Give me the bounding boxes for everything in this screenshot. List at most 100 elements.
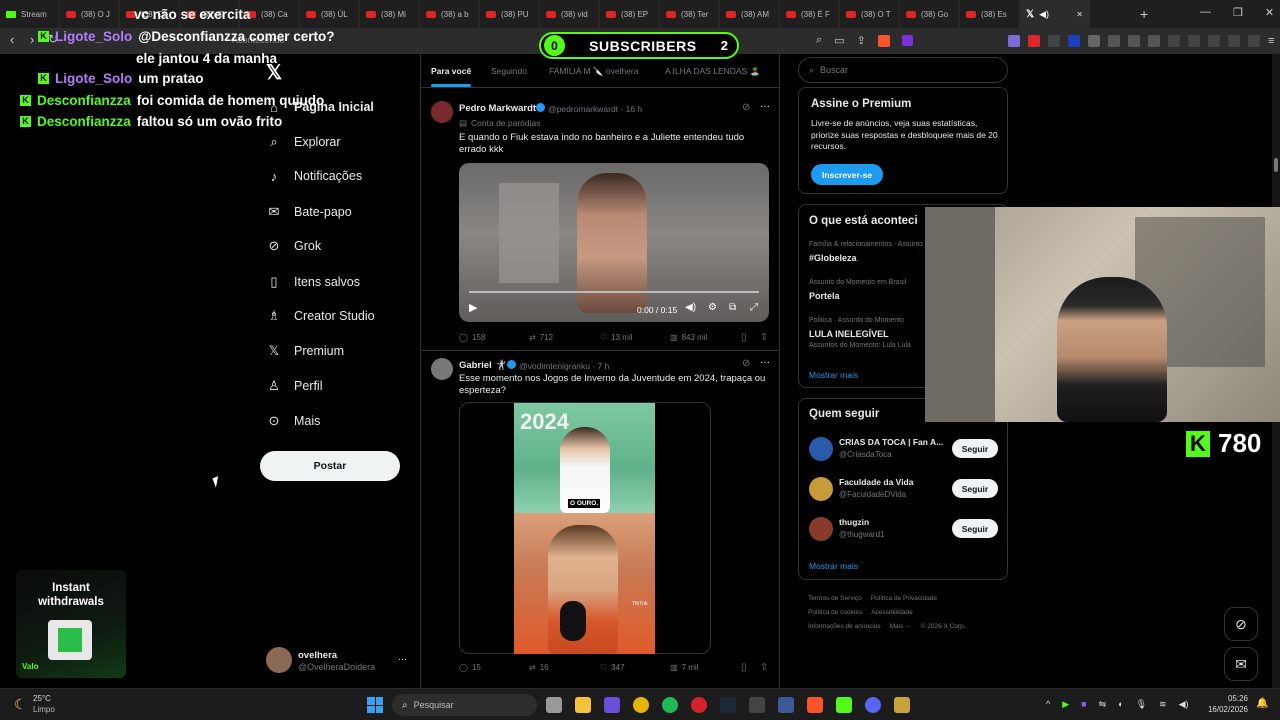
avatar[interactable] <box>809 477 833 501</box>
extension-icon[interactable] <box>1148 35 1160 47</box>
views-button[interactable]: ▥ 843 mil <box>670 333 707 342</box>
feed-tab[interactable]: A ILHA DAS LENDAS 🏝️ <box>665 66 760 77</box>
tray-icon[interactable]: ■ <box>1081 699 1086 710</box>
wallet-icon[interactable] <box>1208 35 1220 47</box>
footer-link[interactable]: © 2026 X Corp. <box>921 623 966 630</box>
clock-date[interactable]: 16/02/2026 <box>1202 705 1248 714</box>
follow-button[interactable]: Seguir <box>952 519 998 538</box>
nav-item-search[interactable]: ⌕ Explorar <box>266 134 340 150</box>
footer-link[interactable]: Acessibilidade <box>871 609 913 616</box>
app-icon[interactable] <box>749 697 765 713</box>
browser-tab[interactable]: (38) O T <box>840 0 900 28</box>
feed-tab[interactable]: Seguindo <box>491 66 527 76</box>
share-tweet-icon[interactable]: ⇧ <box>760 332 768 343</box>
cast-icon[interactable]: ▭ <box>834 34 844 47</box>
browser-tab[interactable]: (38) EP <box>600 0 660 28</box>
feed-tab[interactable]: FAMÍLIA M 🔪 ovelhera <box>549 66 638 77</box>
pip-icon[interactable]: ⧉ <box>729 302 736 313</box>
like-button[interactable]: ♡ 13 mil <box>600 333 633 342</box>
trends-show-more[interactable]: Mostrar mais <box>809 370 858 380</box>
more-icon[interactable]: ··· <box>760 357 770 368</box>
app-icon[interactable] <box>778 697 794 713</box>
tray-icon[interactable]: ▶ <box>1062 699 1069 710</box>
chrome-icon[interactable] <box>633 697 649 713</box>
grok-icon[interactable]: ⊘ <box>742 358 750 369</box>
more-icon[interactable]: ··· <box>760 101 770 112</box>
browser-tab[interactable]: (38) Go <box>900 0 960 28</box>
task-view-icon[interactable] <box>546 697 562 713</box>
new-tab-button[interactable]: + <box>1140 6 1148 22</box>
volume-tray-icon[interactable]: ◀) <box>1179 699 1189 710</box>
browser-tab[interactable]: (38) vid <box>540 0 600 28</box>
tray-icon[interactable]: ⇋ <box>1099 699 1107 710</box>
browser-tab[interactable]: (38) a b <box>420 0 480 28</box>
subscribe-button[interactable]: Inscrever-se <box>811 164 883 185</box>
minimize-icon[interactable]: — <box>1200 6 1211 19</box>
chevron-up-icon[interactable]: ^ <box>1046 699 1050 710</box>
trend-extra[interactable]: Assuntos do Momento: Lula Lula <box>809 342 911 349</box>
mic-icon[interactable]: 🎙 <box>1136 699 1147 710</box>
avatar[interactable] <box>266 647 292 673</box>
fullscreen-icon[interactable]: ⤢ <box>750 302 758 313</box>
taskbar-search[interactable]: ⌕ Pesquisar <box>392 694 537 716</box>
share-tweet-icon[interactable]: ⇧ <box>760 662 768 673</box>
play-icon[interactable]: ▶ <box>469 301 477 314</box>
extension-icon[interactable] <box>1108 35 1120 47</box>
browser-tab[interactable]: (38) PU <box>480 0 540 28</box>
views-button[interactable]: ▥ 7 mil <box>670 663 698 672</box>
forward-icon[interactable]: › <box>30 32 34 47</box>
extension-icon[interactable] <box>1068 35 1080 47</box>
trend-name[interactable]: Portela <box>809 291 840 301</box>
extension-icon[interactable] <box>1008 35 1020 47</box>
follow-button[interactable]: Seguir <box>952 479 998 498</box>
share-icon[interactable]: ⇪ <box>857 34 866 47</box>
trend-name[interactable]: LULA INELEGÍVEL <box>809 329 889 339</box>
browser-tab[interactable]: (38) Mi <box>360 0 420 28</box>
steam-icon[interactable] <box>720 697 736 713</box>
like-button[interactable]: ♡ 347 <box>600 663 625 672</box>
vpn-icon[interactable] <box>1248 35 1260 47</box>
brave-shield-icon[interactable] <box>877 34 890 47</box>
reply-button[interactable]: ◯ 15 <box>459 663 481 672</box>
video-player[interactable]: ▶ 0:00 / 0:15 ◀) ⚙ ⧉ ⤢ <box>459 163 769 322</box>
avatar[interactable] <box>431 101 453 123</box>
footer-link[interactable]: Política de Privacidade <box>871 595 937 602</box>
close-tab-icon[interactable]: ✕ <box>1076 10 1083 19</box>
tweet-image[interactable]: 2024 O OURO. TikTok <box>514 403 655 654</box>
volume-icon[interactable]: ◀) <box>685 302 696 313</box>
bookmark-icon[interactable]: ▯ <box>741 662 747 673</box>
nav-item-more-circle[interactable]: ⊙ Mais <box>266 413 321 429</box>
app-icon[interactable] <box>604 697 620 713</box>
wifi-icon[interactable]: ≋ <box>1159 699 1167 710</box>
extension-icon[interactable] <box>1048 35 1060 47</box>
extension-icon[interactable] <box>1128 35 1140 47</box>
bookmark-icon[interactable]: ▯ <box>741 332 747 343</box>
restore-icon[interactable]: ❐ <box>1233 6 1243 19</box>
leo-icon[interactable] <box>1228 35 1240 47</box>
nav-item-x-premium[interactable]: 𝕏 Premium <box>266 343 344 359</box>
avatar[interactable] <box>809 517 833 541</box>
suggest-name[interactable]: CRIAS DA TOCA | Fan A... <box>839 437 943 447</box>
nav-item-grok[interactable]: ⊘ Grok <box>266 238 322 254</box>
discord-icon[interactable] <box>865 697 881 713</box>
avatar[interactable] <box>431 358 453 380</box>
close-window-icon[interactable]: ✕ <box>1265 6 1274 19</box>
media-icon[interactable] <box>1168 35 1180 47</box>
settings-icon[interactable]: ⚙ <box>708 302 717 313</box>
footer-link[interactable]: Informações de anúncios <box>808 623 881 630</box>
search-box[interactable]: ⌕ Buscar <box>798 57 1008 83</box>
nav-item-bookmark[interactable]: ▯ Itens salvos <box>266 274 360 290</box>
brave-rewards-icon[interactable] <box>901 35 913 46</box>
repost-button[interactable]: ⇄ 16 <box>529 663 549 672</box>
browser-tab[interactable]: (38) ÚL <box>300 0 360 28</box>
reply-button[interactable]: ◯ 158 <box>459 333 485 342</box>
grok-float-icon[interactable]: ⊘ <box>1224 607 1258 641</box>
post-button[interactable]: Postar <box>260 451 400 481</box>
browser-tab-active[interactable]: 𝕏 ◀) ✕ <box>1020 0 1090 28</box>
browser-tab[interactable]: (38) O J <box>60 0 120 28</box>
zoom-icon[interactable]: ⌕ <box>816 34 822 47</box>
footer-link[interactable]: Mais ··· <box>890 623 912 630</box>
tweet-author[interactable]: Pedro Markwardt <box>459 103 536 114</box>
who-show-more[interactable]: Mostrar mais <box>809 561 858 571</box>
nav-item-profile[interactable]: ♙ Perfil <box>266 378 322 394</box>
